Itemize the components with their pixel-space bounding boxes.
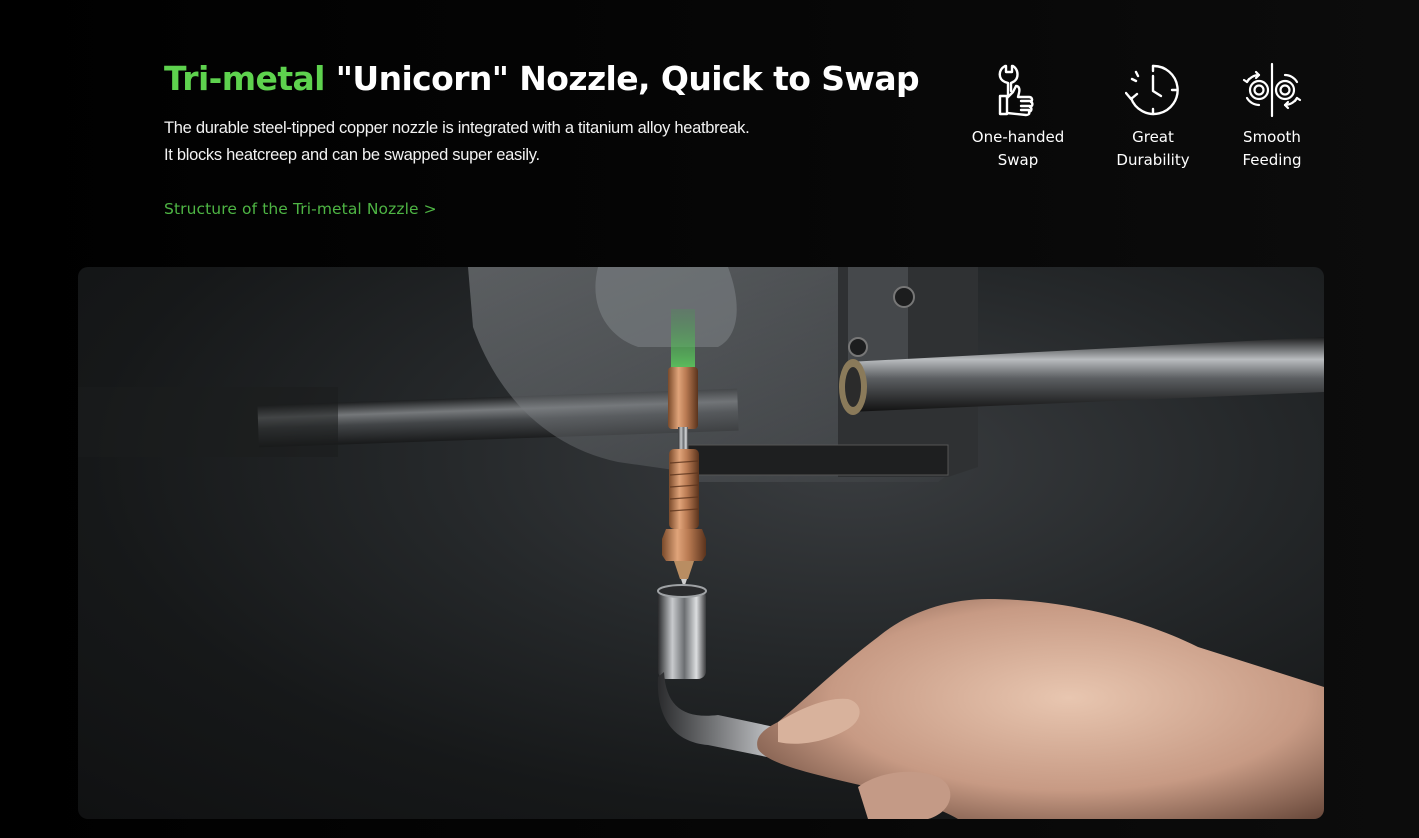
clock-durability-icon <box>1125 64 1179 116</box>
feature-label-line-2: Feeding <box>1242 151 1302 169</box>
thumbs-up-wrench-icon <box>998 64 1034 117</box>
feature-label-line-1: Great <box>1132 128 1174 146</box>
title-accent: Tri-metal <box>164 59 325 98</box>
feature-one-handed-swap: One-handed Swap <box>968 62 1068 172</box>
page-title: Tri-metal "Unicorn" Nozzle, Quick to Swa… <box>164 56 920 102</box>
feature-label-line-2: Durability <box>1116 151 1190 169</box>
feature-label-line-1: One-handed <box>971 128 1065 146</box>
structure-link[interactable]: Structure of the Tri-metal Nozzle > <box>164 200 437 218</box>
nozzle-swap-illustration <box>78 267 1324 819</box>
feature-label-line-1: Smooth <box>1243 128 1301 146</box>
description: The durable steel-tipped copper nozzle i… <box>164 115 924 169</box>
description-line-2: It blocks heatcreep and can be swapped s… <box>164 146 540 164</box>
hero-image <box>78 267 1324 819</box>
feeding-gears-icon <box>1242 62 1302 118</box>
feature-great-durability: Great Durability <box>1108 62 1198 172</box>
title-rest: "Unicorn" Nozzle, Quick to Swap <box>324 59 920 98</box>
feature-smooth-feeding: Smooth Feeding <box>1230 62 1314 172</box>
description-line-1: The durable steel-tipped copper nozzle i… <box>164 119 750 137</box>
feature-label-line-2: Swap <box>997 151 1039 169</box>
